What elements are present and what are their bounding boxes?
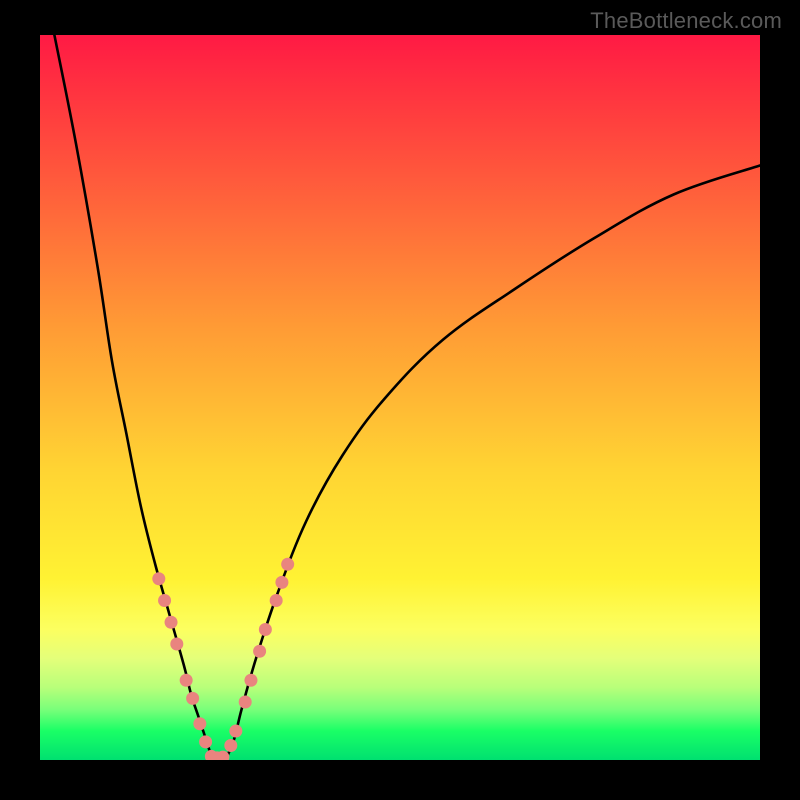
- data-marker: [170, 638, 183, 651]
- data-marker: [199, 735, 212, 748]
- data-marker: [275, 576, 288, 589]
- data-marker: [180, 674, 193, 687]
- data-marker: [281, 558, 294, 571]
- data-marker: [193, 717, 206, 730]
- series-markers: [152, 558, 294, 760]
- data-marker: [186, 692, 199, 705]
- series-right-curve: [227, 166, 760, 757]
- data-marker: [229, 725, 242, 738]
- data-marker: [270, 594, 283, 607]
- watermark-text: TheBottleneck.com: [590, 8, 782, 34]
- data-marker: [244, 674, 257, 687]
- chart-frame: TheBottleneck.com: [0, 0, 800, 800]
- plot-area: [40, 35, 760, 760]
- data-marker: [259, 623, 272, 636]
- series-left-curve: [54, 35, 211, 756]
- data-marker: [253, 645, 266, 658]
- data-marker: [165, 616, 178, 629]
- chart-svg: [40, 35, 760, 760]
- data-marker: [158, 594, 171, 607]
- data-marker: [224, 739, 237, 752]
- data-marker: [152, 572, 165, 585]
- data-marker: [239, 696, 252, 709]
- series-lines: [54, 35, 760, 759]
